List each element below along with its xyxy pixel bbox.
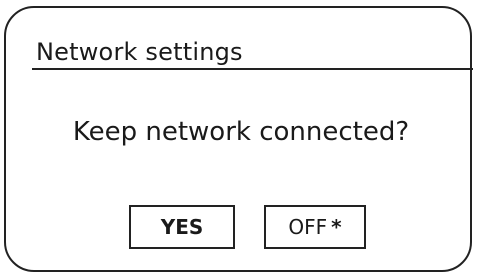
yes-button-label: YES	[160, 215, 204, 239]
settings-screen: Network settings Keep network connected?…	[4, 6, 473, 272]
off-button-label: OFF	[288, 215, 328, 239]
current-setting-marker: *	[331, 215, 342, 239]
question-text: Keep network connected?	[72, 117, 410, 147]
title-divider	[32, 68, 473, 70]
yes-button[interactable]: YES	[129, 205, 235, 249]
screen-title: Network settings	[36, 38, 243, 66]
off-button[interactable]: OFF *	[264, 205, 366, 249]
